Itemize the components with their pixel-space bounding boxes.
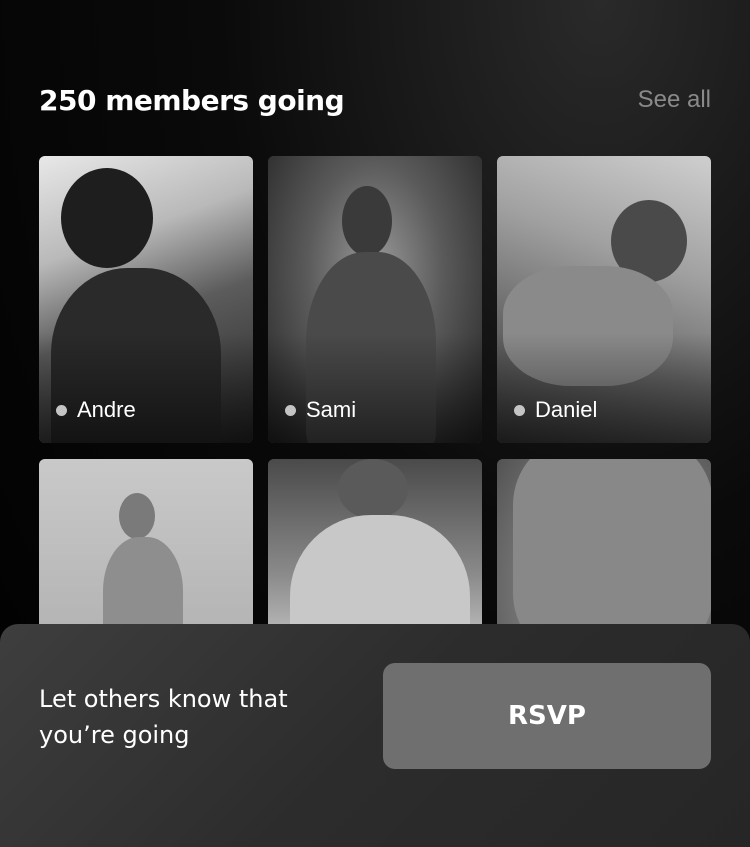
member-name: Daniel bbox=[535, 397, 598, 422]
dot-icon bbox=[514, 404, 525, 416]
member-name: Sami bbox=[306, 397, 357, 422]
event-attendees-screen: 250 members going See all Andre Sami Dan… bbox=[0, 0, 750, 847]
rsvp-sheet: Let others know that you’re going RSVP bbox=[0, 624, 750, 847]
member-name-row: Andre bbox=[56, 397, 136, 423]
rsvp-prompt: Let others know that you’re going bbox=[39, 685, 288, 749]
member-name: Andre bbox=[77, 397, 136, 422]
member-card-daniel[interactable]: Daniel bbox=[497, 156, 711, 443]
member-name-row: Daniel bbox=[514, 397, 597, 423]
attendees-header: 250 members going See all bbox=[39, 78, 711, 122]
see-all-link[interactable]: See all bbox=[638, 86, 711, 114]
member-card-sami[interactable]: Sami bbox=[268, 156, 482, 443]
member-card-andre[interactable]: Andre bbox=[39, 156, 253, 443]
member-name-row: Sami bbox=[285, 397, 356, 423]
rsvp-button[interactable]: RSVP bbox=[383, 663, 711, 769]
dot-icon bbox=[56, 404, 67, 416]
dot-icon bbox=[285, 404, 296, 416]
attendees-count-title: 250 members going bbox=[39, 83, 345, 117]
